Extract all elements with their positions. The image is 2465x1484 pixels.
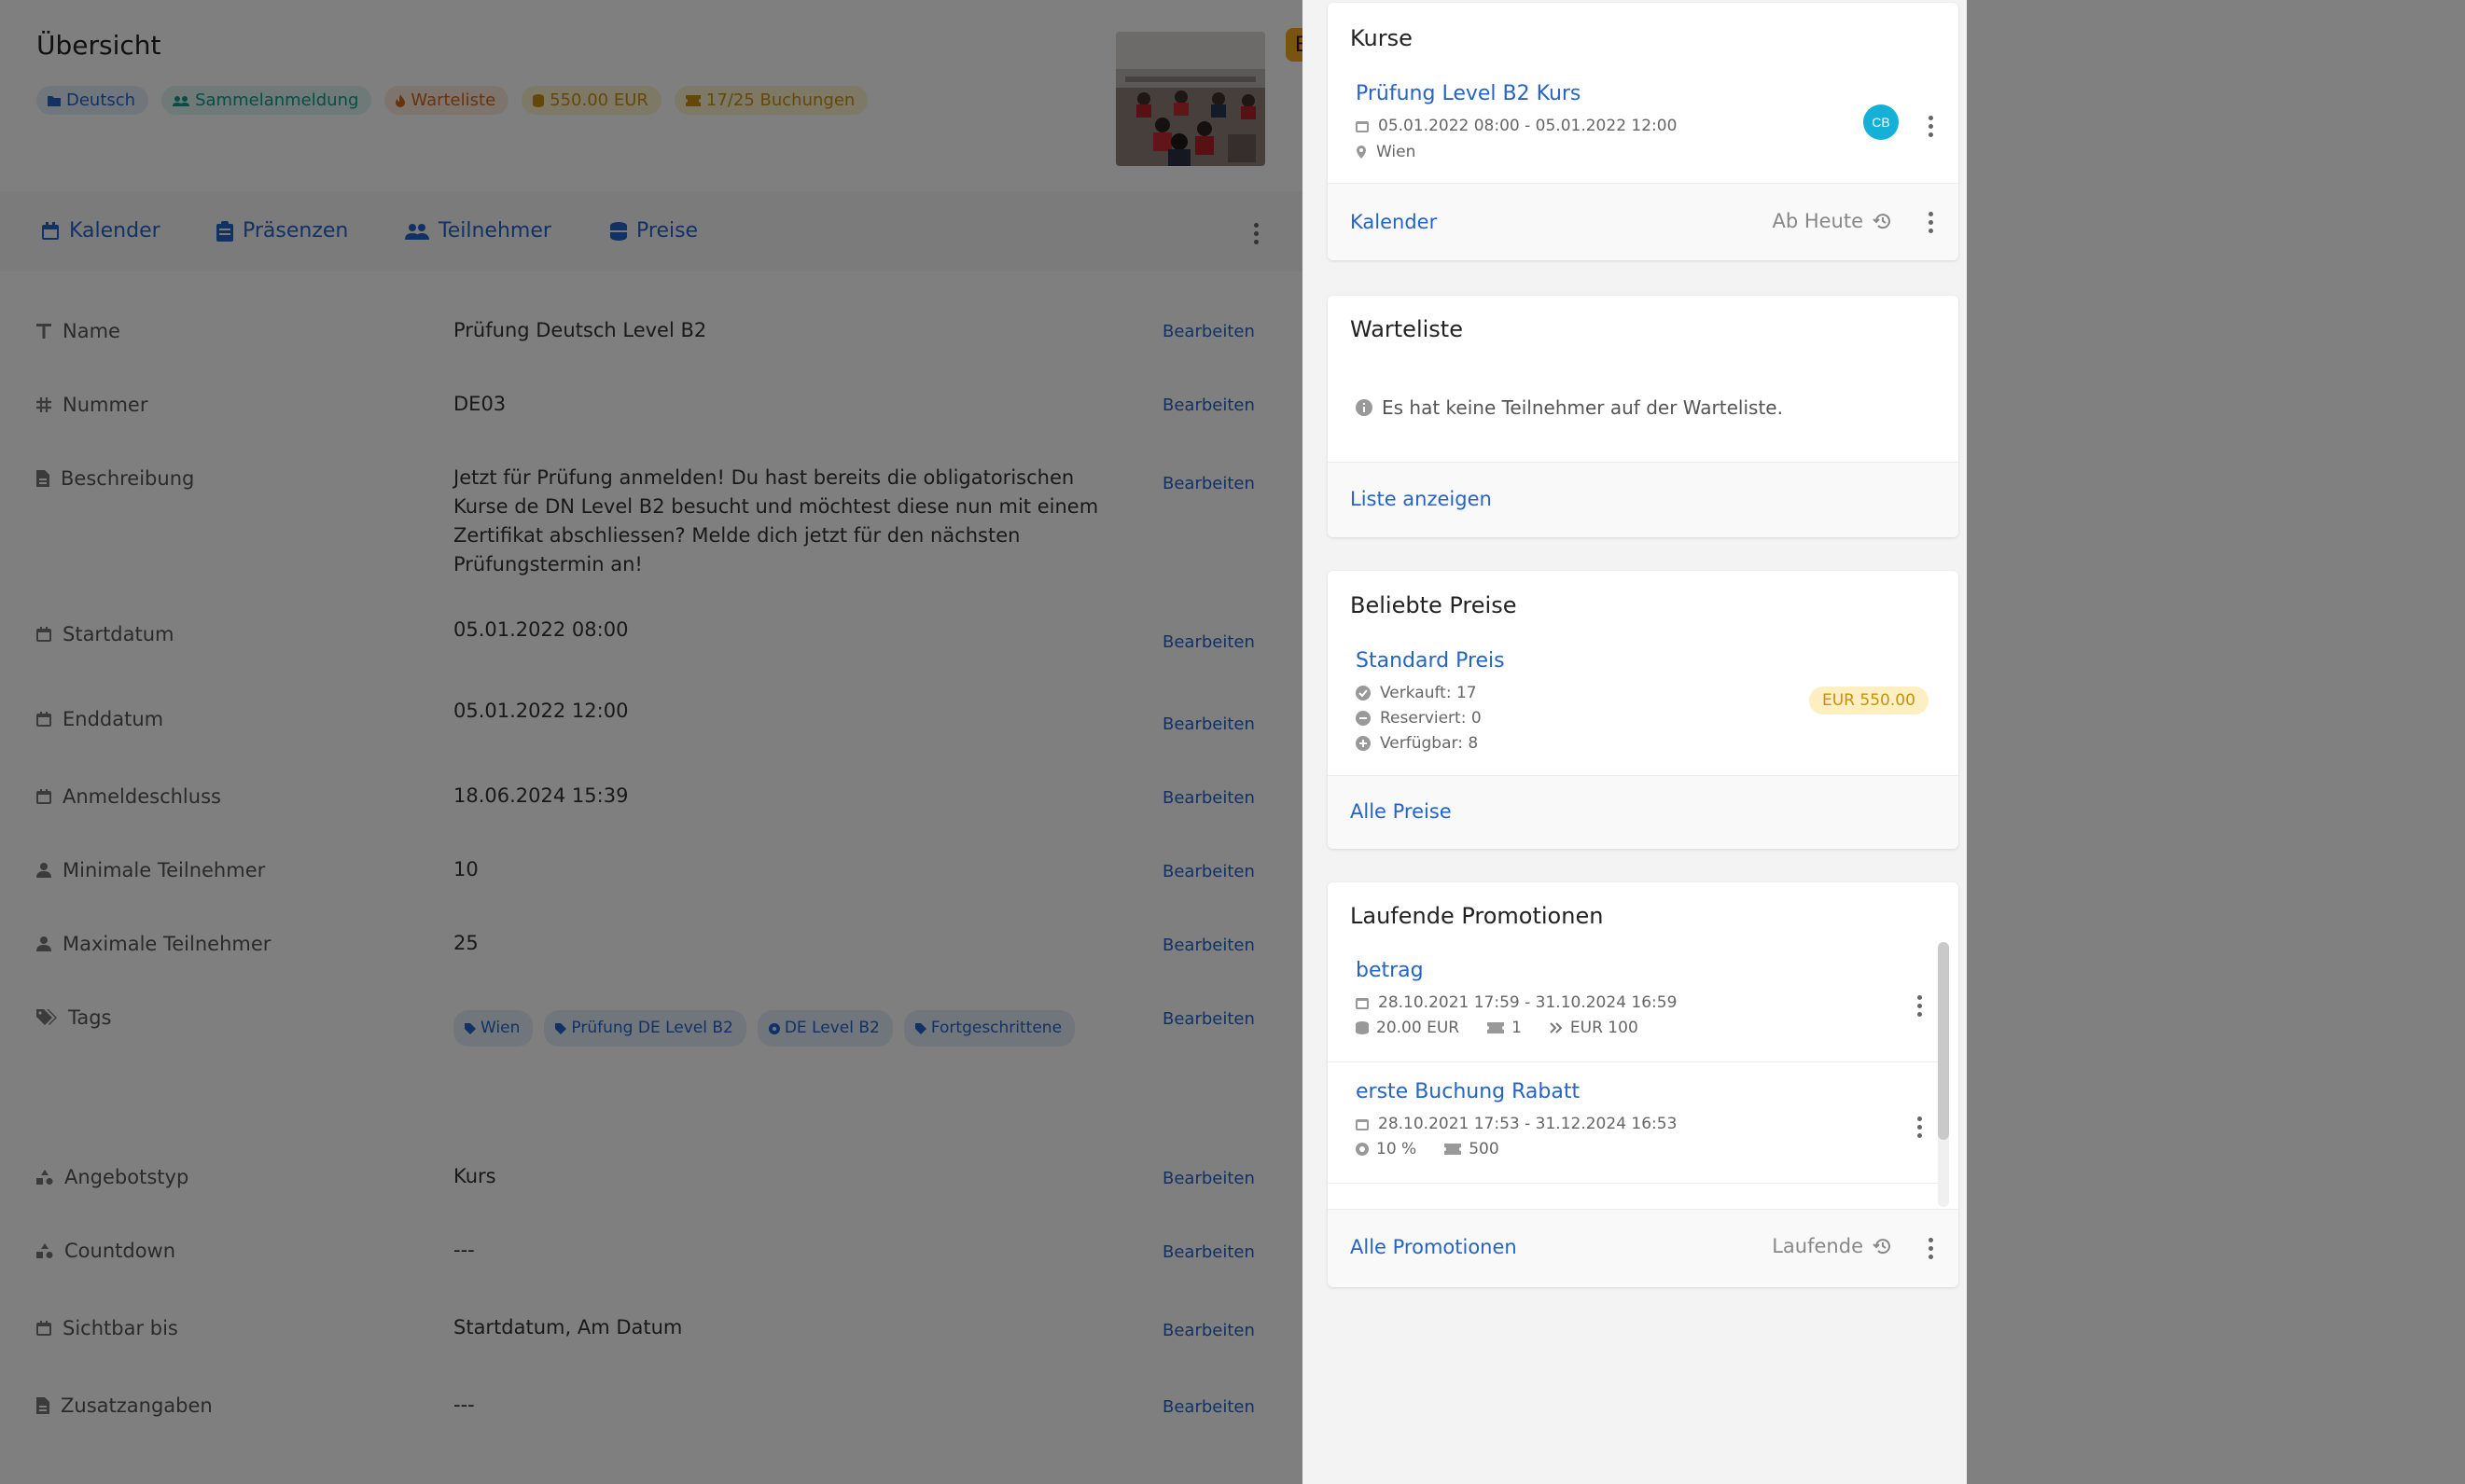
double-chevron-right-icon — [1550, 1022, 1563, 1033]
promotion-more-icon[interactable] — [1910, 995, 1929, 1017]
calendar-link[interactable]: Kalender — [1350, 211, 1437, 233]
calendar-icon — [1356, 121, 1369, 132]
plus-circle-icon — [1356, 736, 1371, 751]
promotion-dates: 28.10.2021 17:53 - 31.12.2024 16:53 — [1356, 1115, 1677, 1133]
promotion-divider — [1328, 1061, 1947, 1062]
promotions-scrollbar-thumb[interactable] — [1938, 942, 1949, 1140]
ticket-icon — [1487, 1022, 1505, 1033]
ticket-icon — [1444, 1144, 1462, 1155]
promotions-card-title: Laufende Promotionen — [1350, 903, 1604, 929]
courses-card-footer: Kalender Ab Heute — [1328, 183, 1958, 260]
minus-circle-icon — [1356, 711, 1371, 726]
promotions-card-footer: Alle Promotionen Laufende — [1328, 1209, 1958, 1287]
courses-card-title: Kurse — [1350, 25, 1413, 51]
courses-footer-more-icon[interactable] — [1921, 212, 1940, 233]
course-more-icon[interactable] — [1921, 116, 1940, 137]
popular-prices-card: Beliebte Preise Standard Preis Verkauft:… — [1328, 571, 1958, 849]
calendar-icon — [1356, 998, 1369, 1009]
promotion-more-icon[interactable] — [1910, 1116, 1929, 1138]
waitlist-info: Es hat keine Teilnehmer auf der Wartelis… — [1356, 396, 1783, 419]
course-dates: 05.01.2022 08:00 - 05.01.2022 12:00 — [1356, 117, 1677, 135]
waitlist-card-footer: Liste anzeigen — [1328, 462, 1958, 537]
all-promotions-link[interactable]: Alle Promotionen — [1350, 1236, 1517, 1258]
promotion-details: 10 % 500 — [1356, 1140, 1499, 1158]
history-icon — [1873, 1239, 1890, 1255]
course-link[interactable]: Prüfung Level B2 Kurs — [1356, 82, 1581, 105]
price-amount-badge: EUR 550.00 — [1809, 687, 1929, 714]
promotions-card: Laufende Promotionen betrag 28.10.2021 1… — [1328, 882, 1958, 1287]
all-prices-link[interactable]: Alle Preise — [1350, 800, 1452, 823]
price-link[interactable]: Standard Preis — [1356, 649, 1505, 673]
prices-card-footer: Alle Preise — [1328, 775, 1958, 849]
price-reserved: Reserviert: 0 — [1356, 709, 1482, 728]
promotion-filter[interactable]: Laufende — [1772, 1235, 1893, 1257]
check-circle-icon — [1356, 686, 1371, 700]
show-list-link[interactable]: Liste anzeigen — [1350, 488, 1492, 510]
date-filter[interactable]: Ab Heute — [1772, 210, 1893, 232]
promotions-footer-more-icon[interactable] — [1921, 1238, 1940, 1259]
waitlist-card: Warteliste Es hat keine Teilnehmer auf d… — [1328, 296, 1958, 537]
price-available: Verfügbar: 8 — [1356, 734, 1478, 753]
waitlist-card-title: Warteliste — [1350, 316, 1463, 342]
side-drawer: Kurse Prüfung Level B2 Kurs 05.01.2022 0… — [1302, 0, 1967, 1484]
promotion-link[interactable]: betrag — [1356, 959, 1424, 982]
promotion-details: 20.00 EUR 1 EUR 100 — [1356, 1019, 1638, 1037]
promotion-dates: 28.10.2021 17:59 - 31.10.2024 16:59 — [1356, 993, 1677, 1012]
info-icon — [1356, 399, 1372, 416]
promotion-divider — [1328, 1183, 1947, 1184]
modal-backdrop-right[interactable] — [1967, 0, 2465, 1484]
history-icon — [1873, 214, 1890, 229]
price-sold: Verkauft: 17 — [1356, 684, 1477, 702]
modal-backdrop[interactable] — [0, 0, 1302, 1484]
course-location: Wien — [1356, 143, 1415, 161]
prices-card-title: Beliebte Preise — [1350, 592, 1517, 618]
avatar[interactable]: CB — [1863, 104, 1899, 140]
coins-icon — [1356, 1021, 1369, 1034]
promotion-link[interactable]: erste Buchung Rabatt — [1356, 1080, 1580, 1103]
percent-badge-icon — [1356, 1143, 1369, 1156]
calendar-icon — [1356, 1119, 1369, 1130]
location-pin-icon — [1357, 146, 1366, 159]
courses-card: Kurse Prüfung Level B2 Kurs 05.01.2022 0… — [1328, 3, 1958, 260]
